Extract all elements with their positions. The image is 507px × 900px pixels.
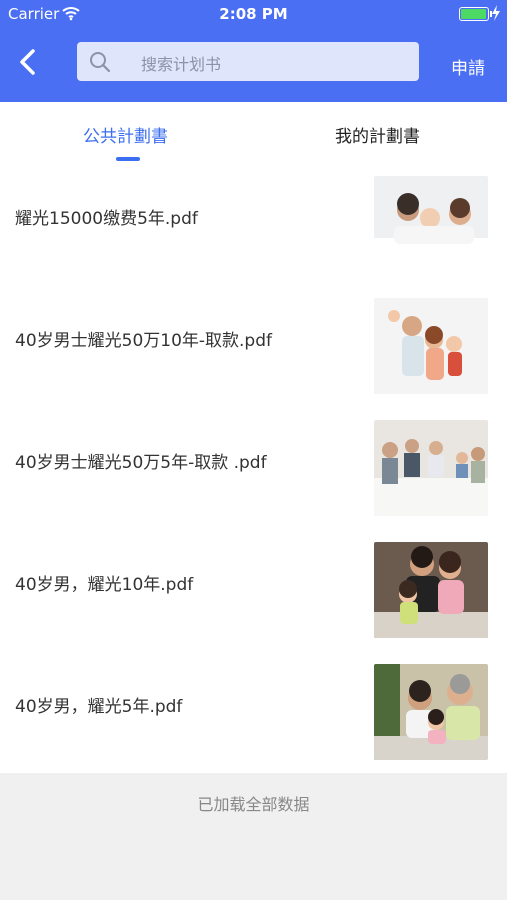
thumbnail-image	[374, 298, 488, 394]
list-item[interactable]: 耀光15000缴费5年.pdf	[0, 164, 507, 286]
list-item[interactable]: 40岁男士耀光50万5年-取款 .pdf	[0, 408, 507, 530]
thumbnail-image	[374, 420, 488, 516]
tab-public-plans[interactable]: 公共計劃書	[83, 122, 168, 147]
file-name: 40岁男，耀光10年.pdf	[15, 575, 194, 595]
list-item[interactable]: 40岁男，耀光5年.pdf	[0, 652, 507, 774]
list-footer: 已加载全部数据	[0, 773, 507, 900]
tab-bar: 公共計劃書 我的計劃書	[0, 102, 507, 165]
status-bar: Carrier 2:08 PM	[0, 0, 507, 28]
apply-button[interactable]: 申請	[451, 54, 485, 79]
file-name: 40岁男士耀光50万5年-取款 .pdf	[15, 453, 267, 473]
file-name: 耀光15000缴费5年.pdf	[15, 209, 198, 229]
list-item[interactable]: 40岁男士耀光50万10年-取款.pdf	[0, 286, 507, 408]
search-input[interactable]: 搜索计划书	[77, 42, 419, 81]
all-loaded-message: 已加载全部数据	[197, 795, 310, 814]
list-item[interactable]: 40岁男，耀光10年.pdf	[0, 530, 507, 652]
thumbnail-image	[374, 664, 488, 760]
thumbnail-image	[374, 542, 488, 638]
clock: 2:08 PM	[219, 5, 288, 23]
file-name: 40岁男，耀光5年.pdf	[15, 697, 183, 717]
thumbnail-image	[374, 176, 488, 272]
tab-my-plans[interactable]: 我的計劃書	[335, 122, 420, 147]
nav-header: Carrier 2:08 PM 搜索计划书 申請	[0, 0, 507, 102]
search-icon	[90, 52, 111, 73]
charging-icon	[492, 5, 500, 21]
file-name: 40岁男士耀光50万10年-取款.pdf	[15, 331, 273, 351]
back-icon[interactable]	[14, 46, 42, 78]
search-placeholder: 搜索计划书	[141, 55, 222, 74]
plan-list: 耀光15000缴费5年.pdf 40岁男士耀光50万10年-取款.pdf 40岁…	[0, 164, 507, 773]
active-tab-indicator	[116, 157, 140, 161]
battery-icon	[459, 7, 492, 21]
